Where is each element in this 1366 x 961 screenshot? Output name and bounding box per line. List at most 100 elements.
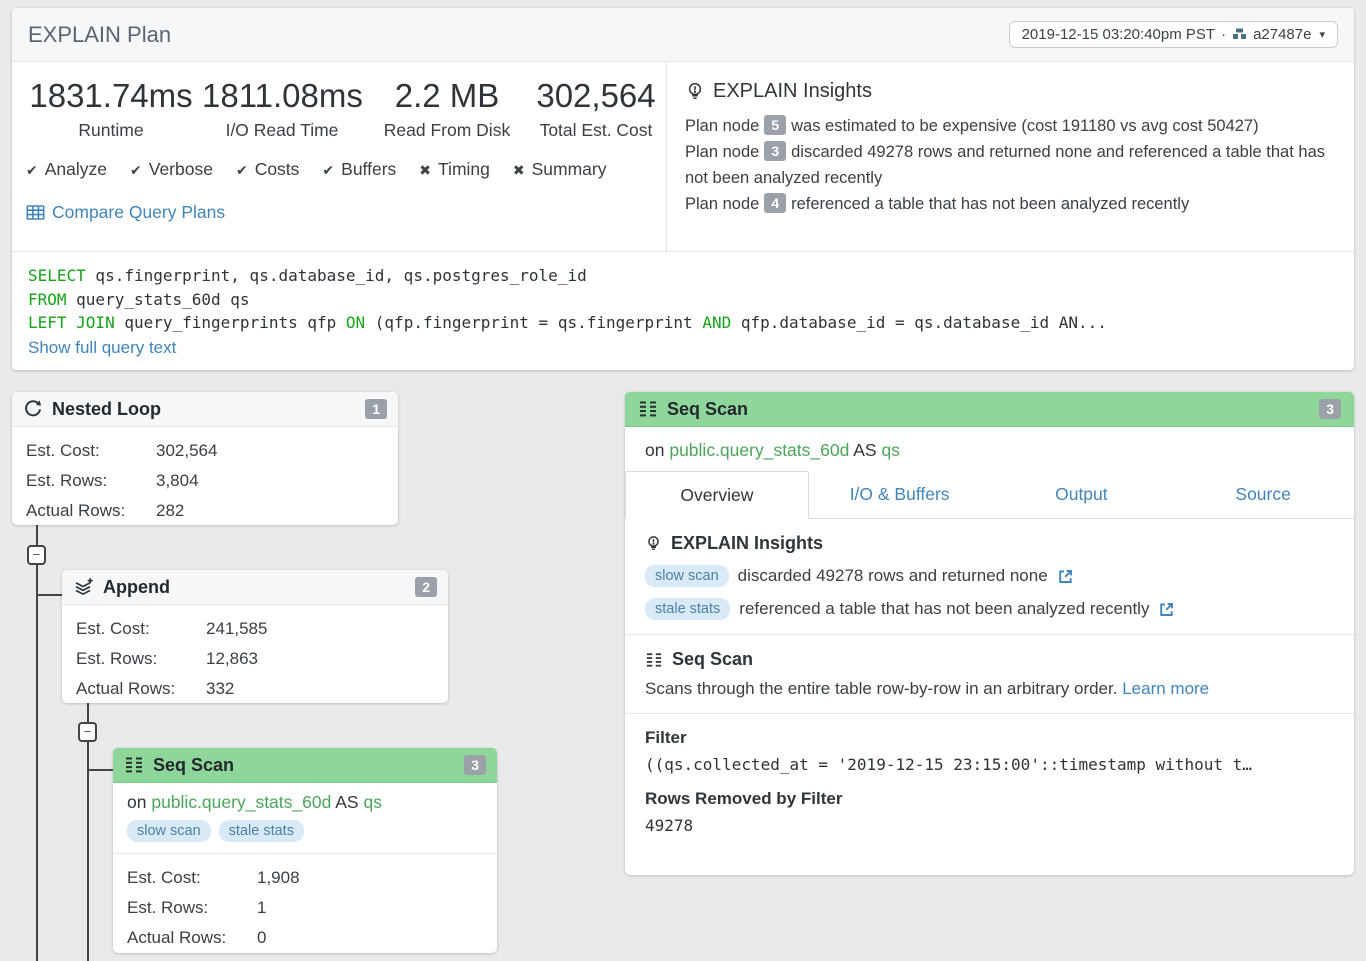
stat-label: Est. Rows: <box>127 893 257 923</box>
plan-node-badge[interactable]: 3 <box>764 141 786 161</box>
node-stat-row: Actual Rows:332 <box>76 674 434 704</box>
stat-label: Est. Cost: <box>26 436 156 466</box>
sql-text: (qfp.fingerprint = qs.fingerprint <box>365 313 702 332</box>
plan-node-seq-scan[interactable]: Seq Scan 3 on public.query_stats_60d AS … <box>113 748 497 953</box>
stat-label: Actual Rows: <box>26 496 156 526</box>
node-table-reference: on public.query_stats_60d AS qs <box>113 783 497 815</box>
stat-i-o-read-time: 1811.08msI/O Read Time <box>202 75 362 141</box>
stat-label: Read From Disk <box>377 120 517 141</box>
plan-node-badge[interactable]: 4 <box>764 193 786 213</box>
node-header: Seq Scan 3 <box>113 748 497 783</box>
sql-text: query_fingerprints qfp <box>115 313 346 332</box>
summary-section: 1831.74msRuntime1811.08msI/O Read Time2.… <box>12 62 1354 252</box>
node-stat-row: Est. Rows:3,804 <box>26 466 384 496</box>
commit-icon <box>1232 27 1247 42</box>
stat-value: 302,564 <box>156 436 217 466</box>
learn-more-link[interactable]: Learn more <box>1122 679 1209 698</box>
check-icon: ✔ <box>322 162 334 178</box>
alias-link[interactable]: qs <box>363 792 381 812</box>
collapse-node-button-1[interactable]: − <box>27 545 46 565</box>
rows-removed-value: 49278 <box>645 816 1334 835</box>
insight-line: Plan node3discarded 49278 rows and retur… <box>685 139 1334 191</box>
snapshot-selector-button[interactable]: 2019-12-15 03:20:40pm PST · a27487e ▾ <box>1009 21 1338 48</box>
stat-value: 1811.08ms <box>202 75 362 117</box>
flag-summary: ✖Summary <box>513 159 607 180</box>
insight-text: was estimated to be expensive (cost 1911… <box>791 117 1258 135</box>
lightbulb-icon <box>645 534 662 554</box>
node-stat-row: Est. Cost:302,564 <box>26 436 384 466</box>
node-header: Append 2 <box>62 570 448 605</box>
external-link-icon[interactable] <box>1057 568 1074 585</box>
sql-keyword: ON <box>346 313 365 332</box>
node-number-badge: 2 <box>415 577 437 598</box>
stat-label: Actual Rows: <box>127 923 257 953</box>
sql-query: SELECT qs.fingerprint, qs.database_id, q… <box>28 264 1338 335</box>
explain-plan-page: EXPLAIN Plan 2019-12-15 03:20:40pm PST ·… <box>0 0 1366 961</box>
table-link[interactable]: public.query_stats_60d <box>669 440 849 460</box>
sql-keyword: SELECT <box>28 266 86 285</box>
insight-prefix: Plan node <box>685 195 759 213</box>
tab-output[interactable]: Output <box>991 471 1173 518</box>
tree-line-vertical-1 <box>36 525 38 961</box>
node-header: Nested Loop 1 <box>12 392 398 427</box>
query-text-pane: SELECT qs.fingerprint, qs.database_id, q… <box>12 252 1354 370</box>
card-header: EXPLAIN Plan 2019-12-15 03:20:40pm PST ·… <box>12 8 1354 62</box>
check-icon: ✔ <box>236 162 248 178</box>
flag-label: Buffers <box>341 159 396 179</box>
plan-node-nested-loop[interactable]: Nested Loop 1 Est. Cost:302,564Est. Rows… <box>12 392 398 525</box>
node-help-section: Seq Scan Scans through the entire table … <box>625 634 1354 713</box>
stat-value: 3,804 <box>156 466 199 496</box>
compare-query-plans-link[interactable]: Compare Query Plans <box>26 202 225 223</box>
node-stats: Est. Cost:241,585Est. Rows:12,863Actual … <box>62 605 448 713</box>
stat-value: 1 <box>257 893 266 923</box>
explain-plan-card: EXPLAIN Plan 2019-12-15 03:20:40pm PST ·… <box>12 8 1354 370</box>
detail-insights-section: EXPLAIN Insights slow scandiscarded 4927… <box>625 519 1354 634</box>
stat-label: Est. Rows: <box>76 644 206 674</box>
sql-text: qs.fingerprint, qs.database_id, qs.postg… <box>86 266 587 285</box>
table-rows-icon <box>645 652 663 668</box>
filter-section: Filter ((qs.collected_at = '2019-12-15 2… <box>625 713 1354 849</box>
stat-runtime: 1831.74ms Runtime <box>26 75 196 141</box>
page-title: EXPLAIN Plan <box>28 22 171 48</box>
cross-icon: ✖ <box>419 162 431 178</box>
node-help-heading: Seq Scan <box>645 649 1334 670</box>
stat-label: Runtime <box>26 120 196 141</box>
external-link-icon[interactable] <box>1158 601 1175 618</box>
table-link[interactable]: public.query_stats_60d <box>151 792 331 812</box>
node-detail-panel: Seq Scan 3 on public.query_stats_60d AS … <box>625 392 1354 875</box>
table-rows-icon <box>638 400 658 418</box>
table-rows-icon <box>124 756 144 774</box>
plan-node-badge[interactable]: 5 <box>764 115 786 135</box>
stat-value: 332 <box>206 674 234 704</box>
node-title: Append <box>103 577 170 598</box>
detail-header: Seq Scan 3 <box>625 392 1354 427</box>
snapshot-hash: a27487e <box>1253 26 1311 43</box>
table-grid-icon <box>26 204 45 221</box>
tab-i-o-buffers[interactable]: I/O & Buffers <box>809 471 991 518</box>
plan-node-append[interactable]: Append 2 Est. Cost:241,585Est. Rows:12,8… <box>62 570 448 703</box>
sql-line: FROM query_stats_60d qs <box>28 288 1338 312</box>
compare-link-label: Compare Query Plans <box>52 202 225 223</box>
node-number-badge: 3 <box>464 755 486 776</box>
explain-flags: ✔Analyze✔Verbose✔Costs✔Buffers✖Timing✖Su… <box>26 159 606 180</box>
stat-label: Actual Rows: <box>76 674 206 704</box>
stat-value: 1831.74ms <box>26 75 196 117</box>
detail-insights-list: slow scandiscarded 49278 rows and return… <box>645 565 1334 620</box>
detail-insight-row: slow scandiscarded 49278 rows and return… <box>645 565 1334 587</box>
node-tags: slow scanstale stats <box>113 815 497 854</box>
sql-line: SELECT qs.fingerprint, qs.database_id, q… <box>28 264 1338 288</box>
collapse-node-button-2[interactable]: − <box>78 722 97 742</box>
alias-link[interactable]: qs <box>881 440 899 460</box>
chevron-down-icon: ▾ <box>1319 28 1325 41</box>
tab-overview[interactable]: Overview <box>625 471 809 519</box>
flag-label: Analyze <box>45 159 107 179</box>
stat-value: 241,585 <box>206 614 267 644</box>
tag-slow-scan: slow scan <box>127 820 211 842</box>
detail-title: Seq Scan <box>667 399 748 420</box>
insight-text: referenced a table that has not been ana… <box>739 599 1149 619</box>
node-title: Nested Loop <box>52 399 161 420</box>
tab-source[interactable]: Source <box>1172 471 1354 518</box>
insight-tag-pill: slow scan <box>645 565 729 587</box>
insights-heading: EXPLAIN Insights <box>685 80 1334 103</box>
show-full-query-link[interactable]: Show full query text <box>28 338 176 358</box>
